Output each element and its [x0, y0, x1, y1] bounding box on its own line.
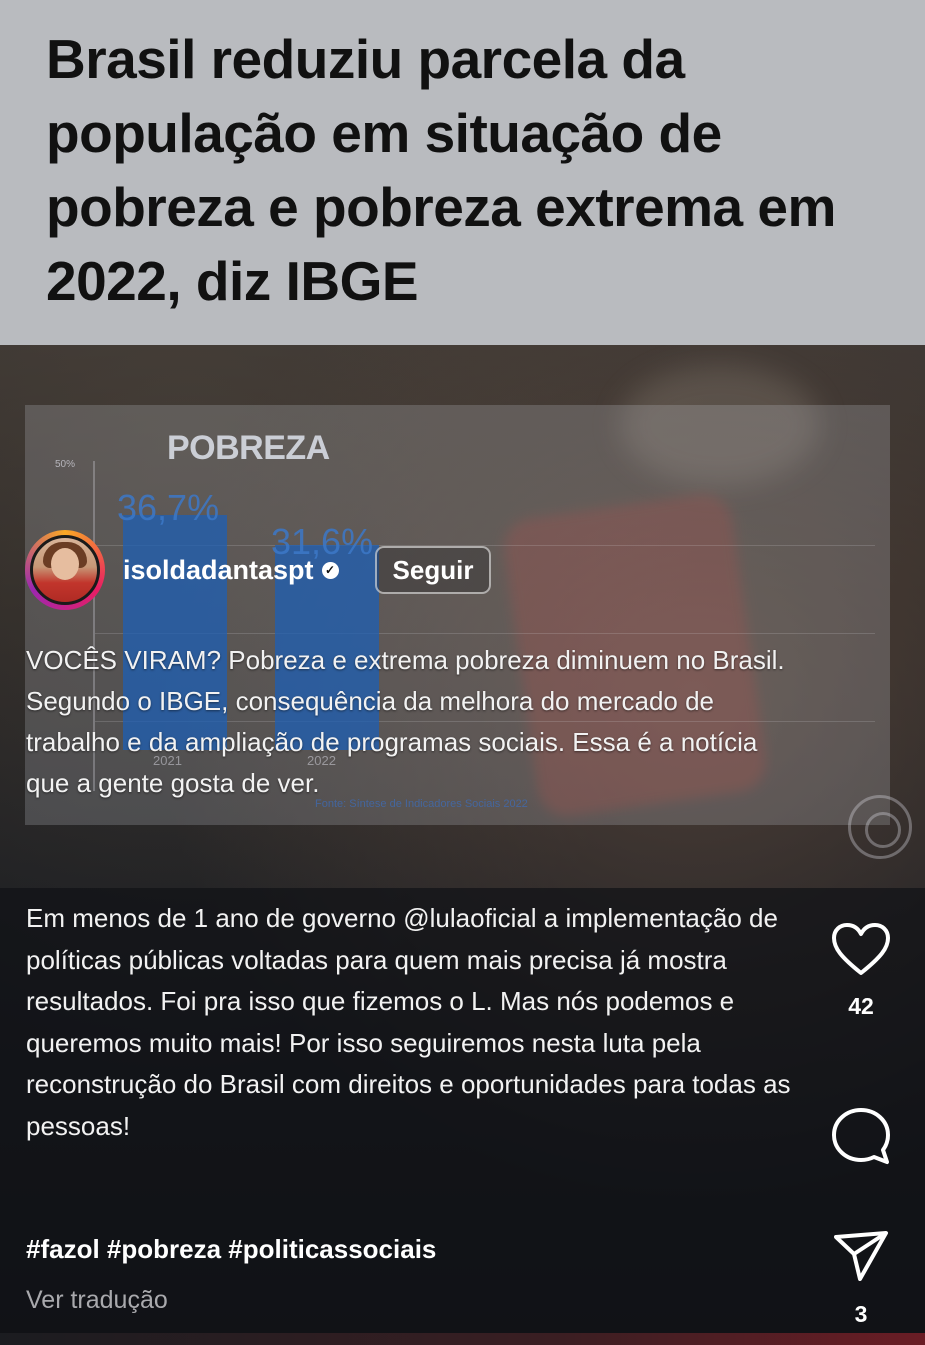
- avatar-photo: [30, 535, 100, 605]
- post-description: Em menos de 1 ano de governo @lulaoficia…: [26, 903, 791, 1141]
- follow-button[interactable]: Seguir: [374, 546, 492, 594]
- heart-icon[interactable]: [831, 923, 891, 977]
- comment-icon[interactable]: [830, 1106, 892, 1168]
- chart-title: POBREZA: [167, 429, 330, 467]
- headline-banner: Brasil reduziu parcela da população em s…: [0, 0, 925, 345]
- share-action[interactable]: 3: [820, 1229, 902, 1328]
- share-count: 3: [854, 1301, 868, 1327]
- like-count: 42: [848, 993, 874, 1019]
- post-details-panel: Em menos de 1 ano de governo @lulaoficia…: [0, 888, 925, 1345]
- chart-axis-label: 50%: [55, 459, 76, 470]
- avatar[interactable]: [25, 530, 105, 610]
- headline-title: Brasil reduziu parcela da população em s…: [46, 28, 836, 312]
- globo-watermark-icon: [848, 795, 912, 859]
- see-translation-link[interactable]: Ver tradução: [26, 1286, 168, 1315]
- bottom-edge: [0, 1333, 925, 1345]
- author-username[interactable]: isoldadantaspt: [123, 555, 314, 586]
- post-hashtags[interactable]: #fazol #pobreza #politicassociais: [26, 1234, 436, 1265]
- like-action[interactable]: 42: [820, 923, 902, 1020]
- send-icon[interactable]: [832, 1229, 890, 1285]
- author-row: isoldadantaspt ✓ Seguir: [25, 530, 492, 610]
- reel-video[interactable]: POBREZA 50% 36,7% 31,6% 2021 2022 Fonte:…: [0, 345, 925, 1345]
- chart-value-2021: 36,7%: [117, 487, 220, 528]
- comment-action[interactable]: [820, 1106, 902, 1168]
- video-caption: VOCÊS VIRAM? Pobreza e extrema pobreza d…: [26, 645, 785, 798]
- verified-badge-icon: ✓: [321, 561, 339, 579]
